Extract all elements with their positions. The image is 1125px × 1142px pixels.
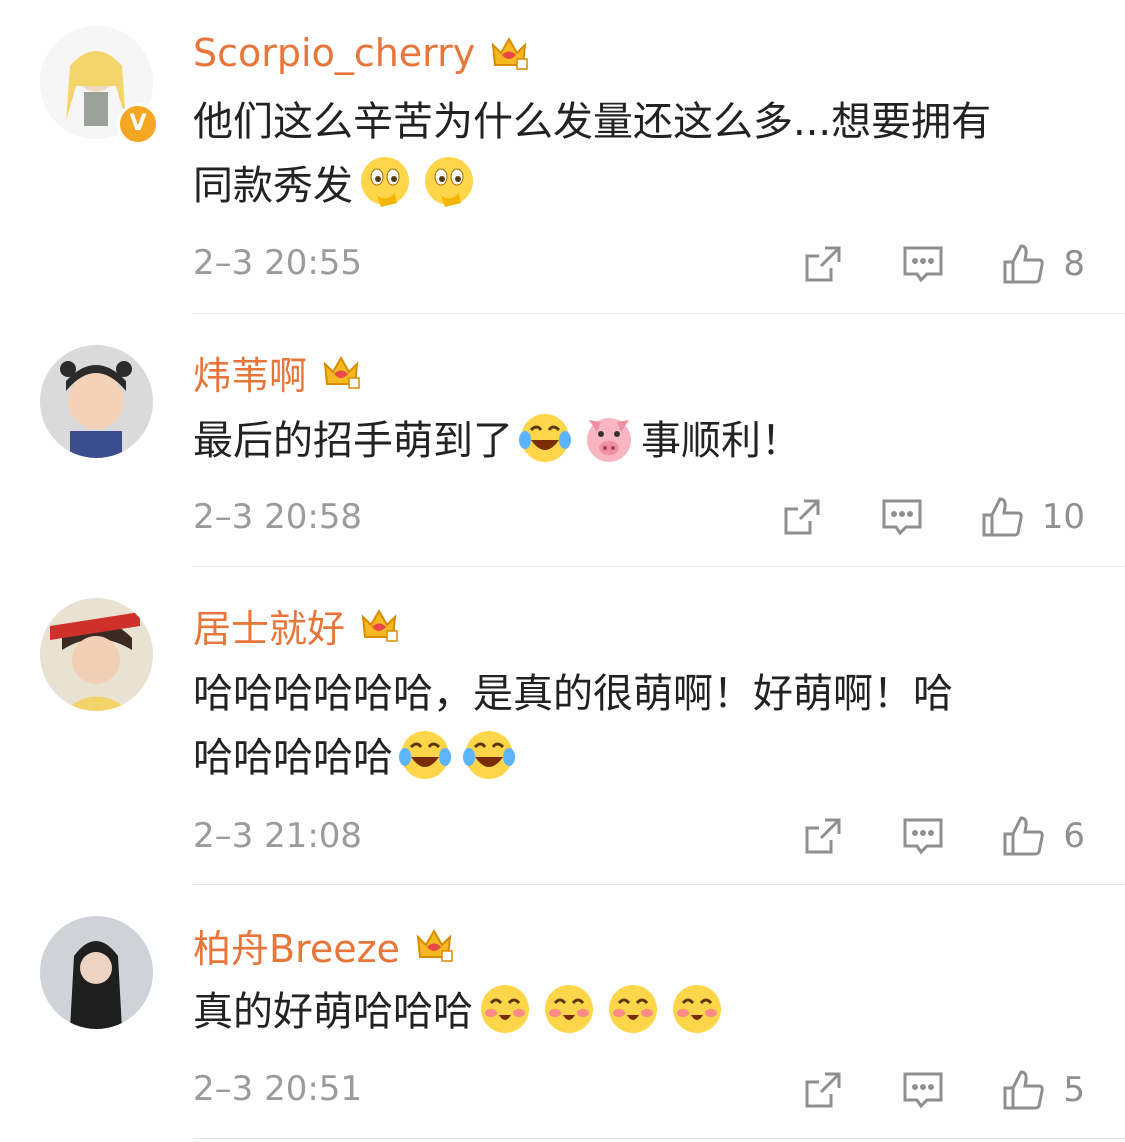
comment-icon[interactable] — [901, 242, 945, 286]
crown-icon — [487, 31, 531, 75]
like-button[interactable]: 10 — [980, 495, 1085, 539]
comment-item: 居士就好 哈哈哈哈哈哈，是真的很萌啊！好萌啊！哈 哈哈哈哈哈 2–3 21:08… — [0, 568, 1125, 886]
comment-item: 柏舟Breeze 真的好萌哈哈哈 2–3 20:51 5 — [0, 886, 1125, 1142]
divider — [193, 1138, 1125, 1139]
timestamp: 2–3 21:08 — [193, 816, 363, 856]
blush-emoji-icon — [669, 981, 725, 1037]
divider — [193, 313, 1125, 314]
username[interactable]: 柏舟Breeze — [193, 918, 400, 973]
timestamp: 2–3 20:55 — [193, 243, 363, 283]
thinking-emoji-icon — [421, 155, 477, 211]
share-icon[interactable] — [801, 814, 845, 858]
comment-text: 哈哈哈哈哈哈，是真的很萌啊！好萌啊！哈 哈哈哈哈哈 — [193, 671, 953, 783]
like-button[interactable]: 8 — [1001, 242, 1085, 286]
timestamp: 2–3 20:58 — [193, 497, 363, 537]
thumbs-up-icon — [1003, 244, 1045, 284]
timestamp: 2–3 20:51 — [193, 1069, 363, 1109]
divider — [193, 566, 1125, 567]
username[interactable]: 炜苇啊 — [193, 345, 307, 400]
crown-icon — [319, 350, 363, 394]
comment-item: V Scorpio_cherry 他们这么辛苦为什么发量还这么多...想要拥有 … — [0, 0, 1125, 315]
comment-icon[interactable] — [901, 1068, 945, 1112]
comment-item: 炜苇啊 最后的招手萌到了 事顺利！ 2–3 20:58 10 — [0, 315, 1125, 568]
thumbs-up-icon — [1003, 1070, 1045, 1110]
blush-emoji-icon — [477, 981, 533, 1037]
verified-badge-icon: V — [117, 103, 159, 145]
pig-emoji-icon — [581, 410, 637, 466]
avatar[interactable] — [40, 598, 153, 711]
laughing-tears-emoji-icon — [517, 410, 573, 466]
like-count: 6 — [1063, 816, 1085, 856]
share-icon[interactable] — [801, 242, 845, 286]
laughing-tears-emoji-icon — [397, 727, 453, 783]
comment-icon[interactable] — [880, 495, 924, 539]
thumbs-up-icon — [1003, 816, 1045, 856]
blush-emoji-icon — [541, 981, 597, 1037]
divider — [193, 884, 1125, 885]
comment-text: 最后的招手萌到了 事顺利！ — [193, 409, 1093, 473]
like-button[interactable]: 6 — [1001, 814, 1085, 858]
avatar[interactable] — [40, 916, 153, 1029]
crown-icon — [357, 603, 401, 647]
like-count: 10 — [1041, 497, 1085, 537]
comment-text: 他们这么辛苦为什么发量还这么多...想要拥有 同款秀发 — [193, 99, 992, 211]
thinking-emoji-icon — [357, 155, 413, 211]
share-icon[interactable] — [780, 495, 824, 539]
like-button[interactable]: 5 — [1001, 1068, 1085, 1112]
like-count: 5 — [1063, 1070, 1085, 1110]
thumbs-up-icon — [982, 497, 1023, 537]
username[interactable]: Scorpio_cherry — [193, 31, 475, 75]
share-icon[interactable] — [801, 1068, 845, 1112]
blush-emoji-icon — [605, 981, 661, 1037]
username[interactable]: 居士就好 — [193, 598, 345, 653]
like-count: 8 — [1063, 244, 1085, 284]
avatar[interactable] — [40, 345, 153, 458]
comment-icon[interactable] — [901, 814, 945, 858]
comment-text: 真的好萌哈哈哈 — [193, 980, 1093, 1044]
crown-icon — [412, 923, 456, 967]
laughing-tears-emoji-icon — [461, 727, 517, 783]
